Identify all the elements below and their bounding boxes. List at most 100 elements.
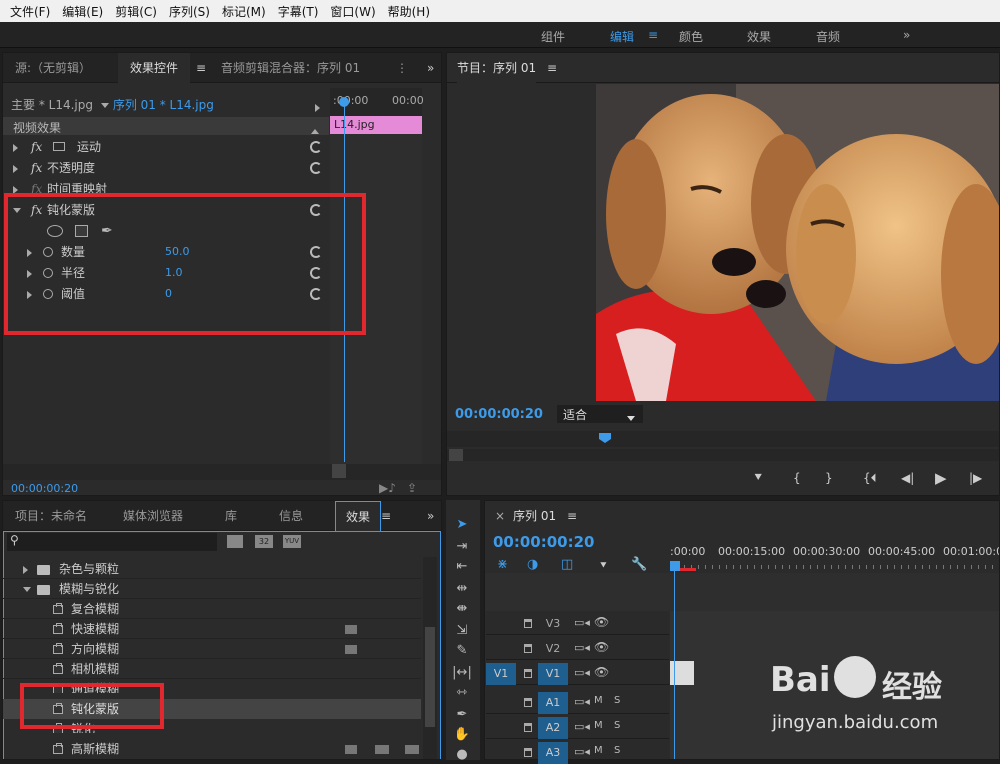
tab-effects[interactable]: 效果 bbox=[335, 501, 382, 531]
folder-blur-sharpen[interactable]: 模糊与锐化 bbox=[3, 579, 421, 599]
ec-timecode[interactable]: 00:00:00:20 bbox=[11, 482, 78, 495]
menu-marker[interactable]: 标记(M) bbox=[216, 3, 272, 20]
program-time-ruler[interactable] bbox=[447, 431, 999, 447]
yuv-effects-icon[interactable]: YUV bbox=[283, 535, 301, 548]
effects-menu-icon[interactable]: ≡ bbox=[381, 501, 391, 531]
tab-info[interactable]: 信息 bbox=[279, 501, 303, 531]
tab-libraries[interactable]: 库 bbox=[225, 501, 237, 531]
mute-button[interactable]: M bbox=[594, 720, 603, 731]
menu-clip[interactable]: 剪辑(C) bbox=[109, 3, 163, 20]
workspace-more-button[interactable]: » bbox=[903, 28, 910, 42]
panel-expand-icon[interactable]: » bbox=[427, 53, 434, 83]
ec-playhead-handle[interactable] bbox=[339, 97, 349, 107]
track-name[interactable]: V2 bbox=[538, 638, 568, 660]
selection-tool-icon[interactable]: ➤ bbox=[452, 516, 472, 534]
zoom-tool-icon[interactable]: ● bbox=[452, 746, 472, 764]
razor-tool-icon[interactable]: ⇲ bbox=[452, 622, 472, 640]
effect-row-opacity[interactable]: fx 不透明度 bbox=[3, 158, 329, 178]
effects-scrollbar-handle[interactable] bbox=[425, 627, 435, 727]
sequence-tab[interactable]: 序列 01 bbox=[513, 501, 557, 531]
tab-source[interactable]: 源:（无剪辑） bbox=[15, 53, 91, 83]
ec-scrollbar-handle[interactable] bbox=[332, 464, 346, 478]
solo-button[interactable]: S bbox=[614, 695, 620, 706]
expand-icon[interactable] bbox=[13, 137, 18, 157]
hand-tool-icon[interactable]: ✋ bbox=[452, 726, 472, 744]
track-name[interactable]: A2 bbox=[538, 717, 568, 739]
lock-icon[interactable] bbox=[524, 723, 532, 732]
program-timecode[interactable]: 00:00:00:20 bbox=[455, 407, 543, 422]
lock-icon[interactable] bbox=[524, 669, 532, 678]
program-monitor-title[interactable]: 节目：序列 01 bbox=[457, 53, 537, 83]
step-forward-icon[interactable]: |▶ bbox=[969, 471, 982, 485]
toggle-sync-icon[interactable]: ▭◂ bbox=[574, 616, 590, 629]
timeline-playhead-handle[interactable] bbox=[670, 561, 680, 571]
snap-icon[interactable]: ⋇ bbox=[497, 557, 508, 572]
add-marker-icon[interactable]: ⯆ bbox=[753, 471, 763, 486]
go-to-in-icon[interactable]: {⏴ bbox=[863, 471, 877, 486]
timeline-menu-icon[interactable]: ≡ bbox=[567, 501, 577, 531]
collapse-up-icon[interactable] bbox=[311, 123, 319, 137]
step-back-icon[interactable]: ◀| bbox=[901, 471, 914, 485]
workspace-assembly[interactable]: 组件 bbox=[541, 28, 565, 45]
panel-expand-icon[interactable]: » bbox=[427, 501, 434, 531]
program-video-frame[interactable] bbox=[596, 84, 999, 401]
effect-item[interactable]: 复合模糊 bbox=[3, 599, 421, 619]
play-icon[interactable]: ▶ bbox=[935, 469, 947, 487]
effect-item[interactable]: 高斯模糊 bbox=[3, 739, 421, 759]
menu-edit[interactable]: 编辑(E) bbox=[56, 3, 109, 20]
track-name[interactable]: A3 bbox=[538, 742, 568, 764]
effect-item[interactable]: 方向模糊 bbox=[3, 639, 421, 659]
pen-icon[interactable]: ✒ bbox=[452, 706, 472, 724]
mark-in-icon[interactable]: { bbox=[793, 471, 801, 485]
collapse-icon[interactable] bbox=[23, 579, 31, 599]
marker-icon[interactable]: ⯆ bbox=[599, 559, 608, 573]
sync-lock-icon[interactable]: ▭◂ bbox=[574, 720, 590, 733]
add-marker-tl-icon[interactable]: ◫ bbox=[561, 557, 573, 572]
program-zoom-bar[interactable] bbox=[447, 449, 999, 461]
expand-icon[interactable] bbox=[13, 179, 18, 193]
solo-button[interactable]: S bbox=[614, 720, 620, 731]
workspace-editing[interactable]: 编辑 bbox=[610, 28, 634, 45]
fx-icon[interactable]: fx bbox=[31, 137, 42, 157]
sequence-clip-selector[interactable]: 序列 01 * L14.jpg bbox=[101, 95, 214, 115]
fit-dropdown[interactable]: 适合 bbox=[557, 405, 643, 423]
timeline-ruler[interactable]: :00:00 00:00:15:00 00:00:30:00 00:00:45:… bbox=[670, 541, 999, 571]
effect-item[interactable]: 相机模糊 bbox=[3, 659, 421, 679]
solo-button[interactable]: S bbox=[614, 745, 620, 756]
tab-effect-controls[interactable]: 效果控件 bbox=[118, 53, 191, 83]
32bit-effects-icon[interactable]: 32 bbox=[255, 535, 273, 548]
track-name[interactable]: V3 bbox=[538, 613, 568, 635]
slip-tool-icon[interactable]: ✎ bbox=[452, 642, 472, 660]
reset-icon[interactable] bbox=[310, 162, 322, 174]
ec-scroll-area[interactable] bbox=[3, 464, 441, 480]
mute-button[interactable]: M bbox=[594, 695, 603, 706]
menu-title[interactable]: 字幕(T) bbox=[272, 3, 325, 20]
track-name[interactable]: V1 bbox=[538, 663, 568, 685]
track-name[interactable]: A1 bbox=[538, 692, 568, 714]
effect-item[interactable]: 快速模糊 bbox=[3, 619, 421, 639]
pen-tool-icon[interactable]: ⇿ bbox=[452, 684, 472, 702]
workspace-audio[interactable]: 音频 bbox=[816, 28, 840, 45]
folder-noise-grain[interactable]: 杂色与颗粒 bbox=[3, 559, 421, 579]
sync-lock-icon[interactable]: ▭◂ bbox=[574, 745, 590, 758]
reset-icon[interactable] bbox=[310, 141, 322, 153]
menu-help[interactable]: 帮助(H) bbox=[382, 3, 436, 20]
effects-scrollbar[interactable] bbox=[423, 557, 437, 759]
rolling-edit-tool-icon[interactable]: ⇹ bbox=[452, 580, 472, 598]
effect-row-motion[interactable]: fx 运动 bbox=[3, 137, 329, 157]
linked-selection-icon[interactable]: ◑ bbox=[527, 557, 538, 572]
tab-project[interactable]: 项目：未命名 bbox=[15, 501, 87, 531]
eye-icon[interactable]: 👁 bbox=[594, 665, 609, 679]
workspace-color[interactable]: 颜色 bbox=[679, 28, 703, 45]
lock-icon[interactable] bbox=[524, 619, 532, 628]
lock-icon[interactable] bbox=[524, 748, 532, 757]
accelerated-effects-icon[interactable] bbox=[227, 535, 243, 548]
slide-tool-icon[interactable]: |↔| bbox=[452, 664, 472, 682]
track-select-tool-icon[interactable]: ⇥ bbox=[452, 538, 472, 556]
panel-options-icon[interactable]: ⋮ bbox=[396, 53, 408, 83]
timeline-timecode[interactable]: 00:00:00:20 bbox=[493, 533, 595, 551]
master-clip-label[interactable]: 主要 * L14.jpg bbox=[11, 95, 93, 115]
tab-audio-mixer[interactable]: 音频剪辑混合器：序列 01 bbox=[221, 53, 360, 83]
transform-icon[interactable] bbox=[53, 142, 65, 151]
effects-search-input[interactable]: ⚲ bbox=[7, 533, 217, 551]
